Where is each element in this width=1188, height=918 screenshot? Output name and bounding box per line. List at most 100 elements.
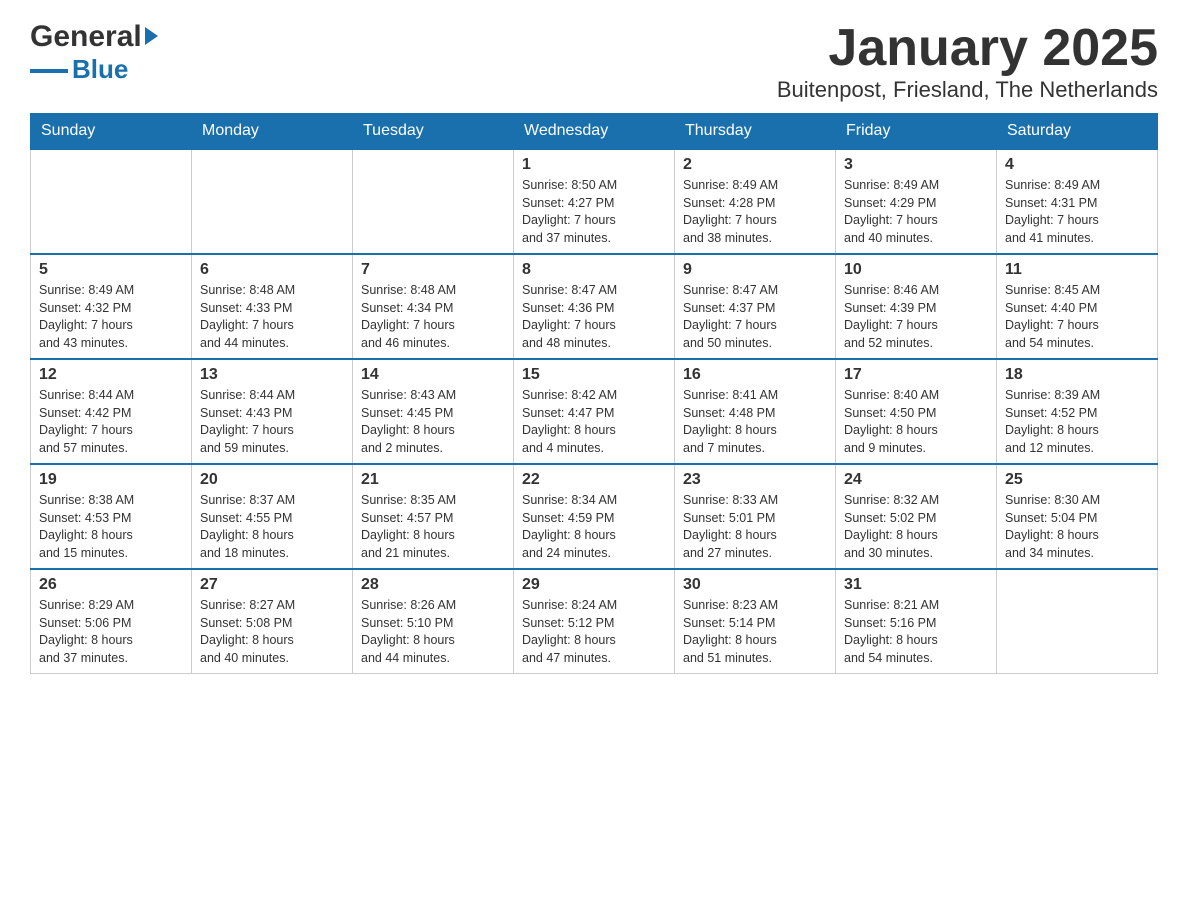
day-info: Sunrise: 8:29 AM Sunset: 5:06 PM Dayligh… [39, 597, 183, 667]
day-of-week-header: Wednesday [514, 114, 675, 150]
calendar-week-row: 26 Sunrise: 8:29 AM Sunset: 5:06 PM Dayli… [31, 569, 1158, 674]
day-info: Sunrise: 8:47 AM Sunset: 4:37 PM Dayligh… [683, 282, 827, 352]
calendar-cell: 6 Sunrise: 8:48 AM Sunset: 4:33 PM Daylig… [192, 254, 353, 359]
day-number: 25 [1005, 471, 1149, 489]
day-info: Sunrise: 8:35 AM Sunset: 4:57 PM Dayligh… [361, 492, 505, 562]
logo-chevron-icon [145, 27, 158, 45]
day-info: Sunrise: 8:40 AM Sunset: 4:50 PM Dayligh… [844, 387, 988, 457]
day-info: Sunrise: 8:26 AM Sunset: 5:10 PM Dayligh… [361, 597, 505, 667]
day-number: 13 [200, 366, 344, 384]
calendar-cell: 13 Sunrise: 8:44 AM Sunset: 4:43 PM Dayli… [192, 359, 353, 464]
day-info: Sunrise: 8:46 AM Sunset: 4:39 PM Dayligh… [844, 282, 988, 352]
day-number: 5 [39, 261, 183, 279]
day-info: Sunrise: 8:24 AM Sunset: 5:12 PM Dayligh… [522, 597, 666, 667]
logo-general-text: General [30, 20, 142, 54]
day-number: 23 [683, 471, 827, 489]
calendar-cell: 11 Sunrise: 8:45 AM Sunset: 4:40 PM Dayli… [997, 254, 1158, 359]
calendar-body: 1Sunrise: 8:50 AM Sunset: 4:27 PM Daylig… [31, 149, 1158, 674]
day-number: 14 [361, 366, 505, 384]
calendar-cell: 10Sunrise: 8:46 AM Sunset: 4:39 PM Dayli… [836, 254, 997, 359]
day-info: Sunrise: 8:30 AM Sunset: 5:04 PM Dayligh… [1005, 492, 1149, 562]
day-info: Sunrise: 8:44 AM Sunset: 4:43 PM Dayligh… [200, 387, 344, 457]
day-number: 1 [522, 156, 666, 174]
calendar-cell [997, 569, 1158, 674]
day-info: Sunrise: 8:47 AM Sunset: 4:36 PM Dayligh… [522, 282, 666, 352]
calendar-cell: 28Sunrise: 8:26 AM Sunset: 5:10 PM Dayli… [353, 569, 514, 674]
day-info: Sunrise: 8:49 AM Sunset: 4:28 PM Dayligh… [683, 177, 827, 247]
calendar-week-row: 19 Sunrise: 8:38 AM Sunset: 4:53 PM Dayli… [31, 464, 1158, 569]
calendar-cell: 22Sunrise: 8:34 AM Sunset: 4:59 PM Dayli… [514, 464, 675, 569]
calendar-cell: 31 Sunrise: 8:21 AM Sunset: 5:16 PM Dayli… [836, 569, 997, 674]
day-info: Sunrise: 8:48 AM Sunset: 4:33 PM Dayligh… [200, 282, 344, 352]
day-of-week-header: Tuesday [353, 114, 514, 150]
calendar-week-row: 12Sunrise: 8:44 AM Sunset: 4:42 PM Dayli… [31, 359, 1158, 464]
logo-bar [30, 69, 68, 73]
day-number: 11 [1005, 261, 1149, 279]
calendar-cell: 7Sunrise: 8:48 AM Sunset: 4:34 PM Daylig… [353, 254, 514, 359]
day-info: Sunrise: 8:33 AM Sunset: 5:01 PM Dayligh… [683, 492, 827, 562]
calendar-cell: 5 Sunrise: 8:49 AM Sunset: 4:32 PM Daylig… [31, 254, 192, 359]
calendar-cell: 21 Sunrise: 8:35 AM Sunset: 4:57 PM Dayli… [353, 464, 514, 569]
logo: General Blue [30, 20, 158, 85]
day-info: Sunrise: 8:37 AM Sunset: 4:55 PM Dayligh… [200, 492, 344, 562]
day-number: 19 [39, 471, 183, 489]
day-number: 24 [844, 471, 988, 489]
day-info: Sunrise: 8:49 AM Sunset: 4:29 PM Dayligh… [844, 177, 988, 247]
title-block: January 2025 Buitenpost, Friesland, The … [777, 20, 1158, 103]
day-of-week-header: Sunday [31, 114, 192, 150]
calendar-cell [31, 149, 192, 254]
day-of-week-header: Saturday [997, 114, 1158, 150]
day-number: 12 [39, 366, 183, 384]
day-number: 8 [522, 261, 666, 279]
day-number: 31 [844, 576, 988, 594]
day-info: Sunrise: 8:45 AM Sunset: 4:40 PM Dayligh… [1005, 282, 1149, 352]
calendar-cell: 4 Sunrise: 8:49 AM Sunset: 4:31 PM Daylig… [997, 149, 1158, 254]
day-number: 2 [683, 156, 827, 174]
day-of-week-header: Friday [836, 114, 997, 150]
day-number: 29 [522, 576, 666, 594]
day-number: 30 [683, 576, 827, 594]
calendar-cell: 30Sunrise: 8:23 AM Sunset: 5:14 PM Dayli… [675, 569, 836, 674]
page-header: General Blue January 2025 Buitenpost, Fr… [30, 20, 1158, 103]
calendar-cell [353, 149, 514, 254]
calendar-cell: 14Sunrise: 8:43 AM Sunset: 4:45 PM Dayli… [353, 359, 514, 464]
days-of-week-row: SundayMondayTuesdayWednesdayThursdayFrid… [31, 114, 1158, 150]
calendar-cell: 25 Sunrise: 8:30 AM Sunset: 5:04 PM Dayli… [997, 464, 1158, 569]
calendar-cell: 8 Sunrise: 8:47 AM Sunset: 4:36 PM Daylig… [514, 254, 675, 359]
calendar-cell [192, 149, 353, 254]
day-number: 21 [361, 471, 505, 489]
day-info: Sunrise: 8:42 AM Sunset: 4:47 PM Dayligh… [522, 387, 666, 457]
calendar-cell: 26 Sunrise: 8:29 AM Sunset: 5:06 PM Dayli… [31, 569, 192, 674]
day-number: 22 [522, 471, 666, 489]
day-number: 27 [200, 576, 344, 594]
day-number: 15 [522, 366, 666, 384]
page-subtitle: Buitenpost, Friesland, The Netherlands [777, 77, 1158, 103]
calendar-week-row: 5 Sunrise: 8:49 AM Sunset: 4:32 PM Daylig… [31, 254, 1158, 359]
calendar-cell: 1Sunrise: 8:50 AM Sunset: 4:27 PM Daylig… [514, 149, 675, 254]
calendar-table: SundayMondayTuesdayWednesdayThursdayFrid… [30, 113, 1158, 674]
day-number: 4 [1005, 156, 1149, 174]
day-number: 26 [39, 576, 183, 594]
calendar-header: SundayMondayTuesdayWednesdayThursdayFrid… [31, 114, 1158, 150]
day-info: Sunrise: 8:49 AM Sunset: 4:32 PM Dayligh… [39, 282, 183, 352]
calendar-cell: 3Sunrise: 8:49 AM Sunset: 4:29 PM Daylig… [836, 149, 997, 254]
page-title: January 2025 [777, 20, 1158, 77]
calendar-cell: 18 Sunrise: 8:39 AM Sunset: 4:52 PM Dayli… [997, 359, 1158, 464]
day-number: 18 [1005, 366, 1149, 384]
calendar-cell: 15 Sunrise: 8:42 AM Sunset: 4:47 PM Dayli… [514, 359, 675, 464]
day-info: Sunrise: 8:32 AM Sunset: 5:02 PM Dayligh… [844, 492, 988, 562]
day-info: Sunrise: 8:39 AM Sunset: 4:52 PM Dayligh… [1005, 387, 1149, 457]
day-info: Sunrise: 8:41 AM Sunset: 4:48 PM Dayligh… [683, 387, 827, 457]
day-info: Sunrise: 8:21 AM Sunset: 5:16 PM Dayligh… [844, 597, 988, 667]
calendar-cell: 20Sunrise: 8:37 AM Sunset: 4:55 PM Dayli… [192, 464, 353, 569]
day-number: 6 [200, 261, 344, 279]
calendar-week-row: 1Sunrise: 8:50 AM Sunset: 4:27 PM Daylig… [31, 149, 1158, 254]
day-info: Sunrise: 8:38 AM Sunset: 4:53 PM Dayligh… [39, 492, 183, 562]
logo-blue-text: Blue [72, 54, 128, 85]
logo-icon [145, 27, 158, 45]
calendar-cell: 2 Sunrise: 8:49 AM Sunset: 4:28 PM Daylig… [675, 149, 836, 254]
day-info: Sunrise: 8:48 AM Sunset: 4:34 PM Dayligh… [361, 282, 505, 352]
day-of-week-header: Thursday [675, 114, 836, 150]
calendar-cell: 27Sunrise: 8:27 AM Sunset: 5:08 PM Dayli… [192, 569, 353, 674]
day-info: Sunrise: 8:49 AM Sunset: 4:31 PM Dayligh… [1005, 177, 1149, 247]
